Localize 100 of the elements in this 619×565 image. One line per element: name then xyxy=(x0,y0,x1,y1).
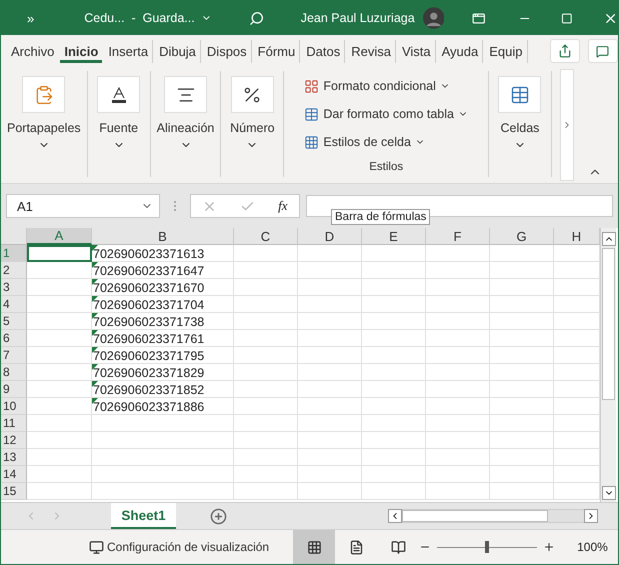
error-indicator-icon xyxy=(92,330,98,336)
ribbon-tab[interactable]: Inicio xyxy=(60,40,102,62)
table-cell: 7026906023371795 xyxy=(92,347,234,364)
maximize-icon[interactable] xyxy=(561,12,573,24)
table-cell: 7026906023371738 xyxy=(92,313,234,330)
ribbon-tab[interactable]: Revisa xyxy=(347,40,396,62)
row-header[interactable]: 14 xyxy=(1,466,27,483)
row-header[interactable]: 11 xyxy=(1,415,27,432)
ribbon-tab[interactable]: Equip xyxy=(485,40,528,62)
ribbon-group-button[interactable]: Portapapeles xyxy=(7,76,81,151)
row-header[interactable]: 3 xyxy=(1,279,27,296)
empty-cell xyxy=(298,330,362,347)
empty-cell xyxy=(298,262,362,279)
search-icon[interactable] xyxy=(249,10,265,26)
row-header[interactable]: 1 xyxy=(1,245,27,262)
column-header[interactable]: D xyxy=(298,228,362,245)
empty-cell xyxy=(362,483,426,500)
ribbon-group-button[interactable]: Alineación xyxy=(156,76,214,151)
ribbon-tab[interactable]: Vista xyxy=(398,40,436,62)
row-header[interactable]: 15 xyxy=(1,483,27,500)
empty-cell xyxy=(298,381,362,398)
empty-cell xyxy=(490,313,554,330)
insert-function-button[interactable]: fx xyxy=(278,198,288,214)
ribbon-group-button[interactable]: Celdas xyxy=(498,76,542,151)
zoom-slider-thumb[interactable] xyxy=(485,541,490,553)
empty-cell xyxy=(298,296,362,313)
row-header[interactable]: 7 xyxy=(1,347,27,364)
style-menu-button[interactable]: Formato condicional xyxy=(304,77,450,95)
empty-cell xyxy=(362,279,426,296)
ribbon-tab[interactable]: Dispos xyxy=(202,40,252,62)
scroll-up-button[interactable] xyxy=(602,232,616,246)
empty-cell xyxy=(234,449,298,466)
ribbon-display-icon[interactable] xyxy=(472,10,486,26)
column-header[interactable]: G xyxy=(490,228,554,245)
column-header[interactable]: C xyxy=(234,228,298,245)
empty-cell xyxy=(426,296,490,313)
ribbon-tab[interactable]: Dibuja xyxy=(155,40,201,62)
overflow-button[interactable]: » xyxy=(27,10,34,26)
ribbon-tab[interactable]: Datos xyxy=(302,40,346,62)
ribbon-tab[interactable]: Archivo xyxy=(7,40,58,62)
style-menu-button[interactable]: Estilos de celda xyxy=(304,133,425,151)
horizontal-scroll-thumb[interactable] xyxy=(402,510,548,522)
column-header[interactable]: B xyxy=(92,228,234,245)
scroll-down-button[interactable] xyxy=(602,486,616,500)
row-header[interactable]: 4 xyxy=(1,296,27,313)
empty-cell xyxy=(234,296,298,313)
zoom-in-icon[interactable] xyxy=(543,541,556,553)
row-header[interactable]: 13 xyxy=(1,449,27,466)
empty-cell xyxy=(362,398,426,415)
sheet-tab[interactable]: Sheet1 xyxy=(111,503,176,529)
error-indicator-icon xyxy=(92,398,98,404)
empty-cell xyxy=(234,415,298,432)
empty-cell xyxy=(298,347,362,364)
empty-cell xyxy=(234,245,298,262)
share-button[interactable] xyxy=(550,39,580,63)
user-avatar[interactable] xyxy=(422,6,444,30)
display-settings-button[interactable]: Configuración de visualización xyxy=(89,540,270,554)
error-indicator-icon xyxy=(92,262,98,268)
empty-cell xyxy=(362,313,426,330)
empty-cell xyxy=(426,398,490,415)
empty-cell xyxy=(234,262,298,279)
scroll-right-button[interactable] xyxy=(584,509,598,523)
empty-cell xyxy=(234,279,298,296)
ribbon-tab[interactable]: Inserta xyxy=(104,40,154,62)
empty-cell xyxy=(362,449,426,466)
row-header[interactable]: 8 xyxy=(1,364,27,381)
new-sheet-icon[interactable] xyxy=(210,508,227,524)
ribbon-tab[interactable]: Ayuda xyxy=(438,40,484,62)
row-header[interactable]: 12 xyxy=(1,432,27,449)
row-header[interactable]: 6 xyxy=(1,330,27,347)
empty-cell xyxy=(426,483,490,500)
row-header[interactable]: 10 xyxy=(1,398,27,415)
share-icon xyxy=(558,44,572,58)
error-indicator-icon xyxy=(92,381,98,387)
column-header[interactable]: H xyxy=(554,228,600,245)
error-indicator-icon xyxy=(92,364,98,370)
empty-cell xyxy=(362,245,426,262)
column-header[interactable]: E xyxy=(362,228,426,245)
ribbon-tab[interactable]: Fórmu xyxy=(254,40,300,62)
row-header[interactable]: 9 xyxy=(1,381,27,398)
table-icon xyxy=(510,84,530,104)
scroll-left-button[interactable] xyxy=(388,509,402,523)
ribbon-group-button[interactable]: Fuente xyxy=(97,76,140,151)
comments-button[interactable] xyxy=(588,39,618,63)
page-icon xyxy=(348,540,364,554)
table-icon xyxy=(304,106,320,122)
empty-cell xyxy=(298,245,362,262)
column-header[interactable]: A xyxy=(27,228,92,245)
normal-view-button[interactable] xyxy=(293,530,336,564)
style-menu-button[interactable]: Dar formato como tabla xyxy=(304,105,468,123)
ribbon-group-button[interactable]: Número xyxy=(230,76,275,151)
column-header[interactable]: F xyxy=(426,228,490,245)
scroll-thumb[interactable] xyxy=(602,248,615,400)
error-indicator-icon xyxy=(92,313,98,319)
empty-cell xyxy=(490,364,554,381)
zoom-level[interactable]: 100% xyxy=(577,540,608,554)
row-header[interactable]: 2 xyxy=(1,262,27,279)
row-header[interactable]: 5 xyxy=(1,313,27,330)
empty-cell xyxy=(362,432,426,449)
name-box[interactable]: A1 xyxy=(6,194,160,218)
